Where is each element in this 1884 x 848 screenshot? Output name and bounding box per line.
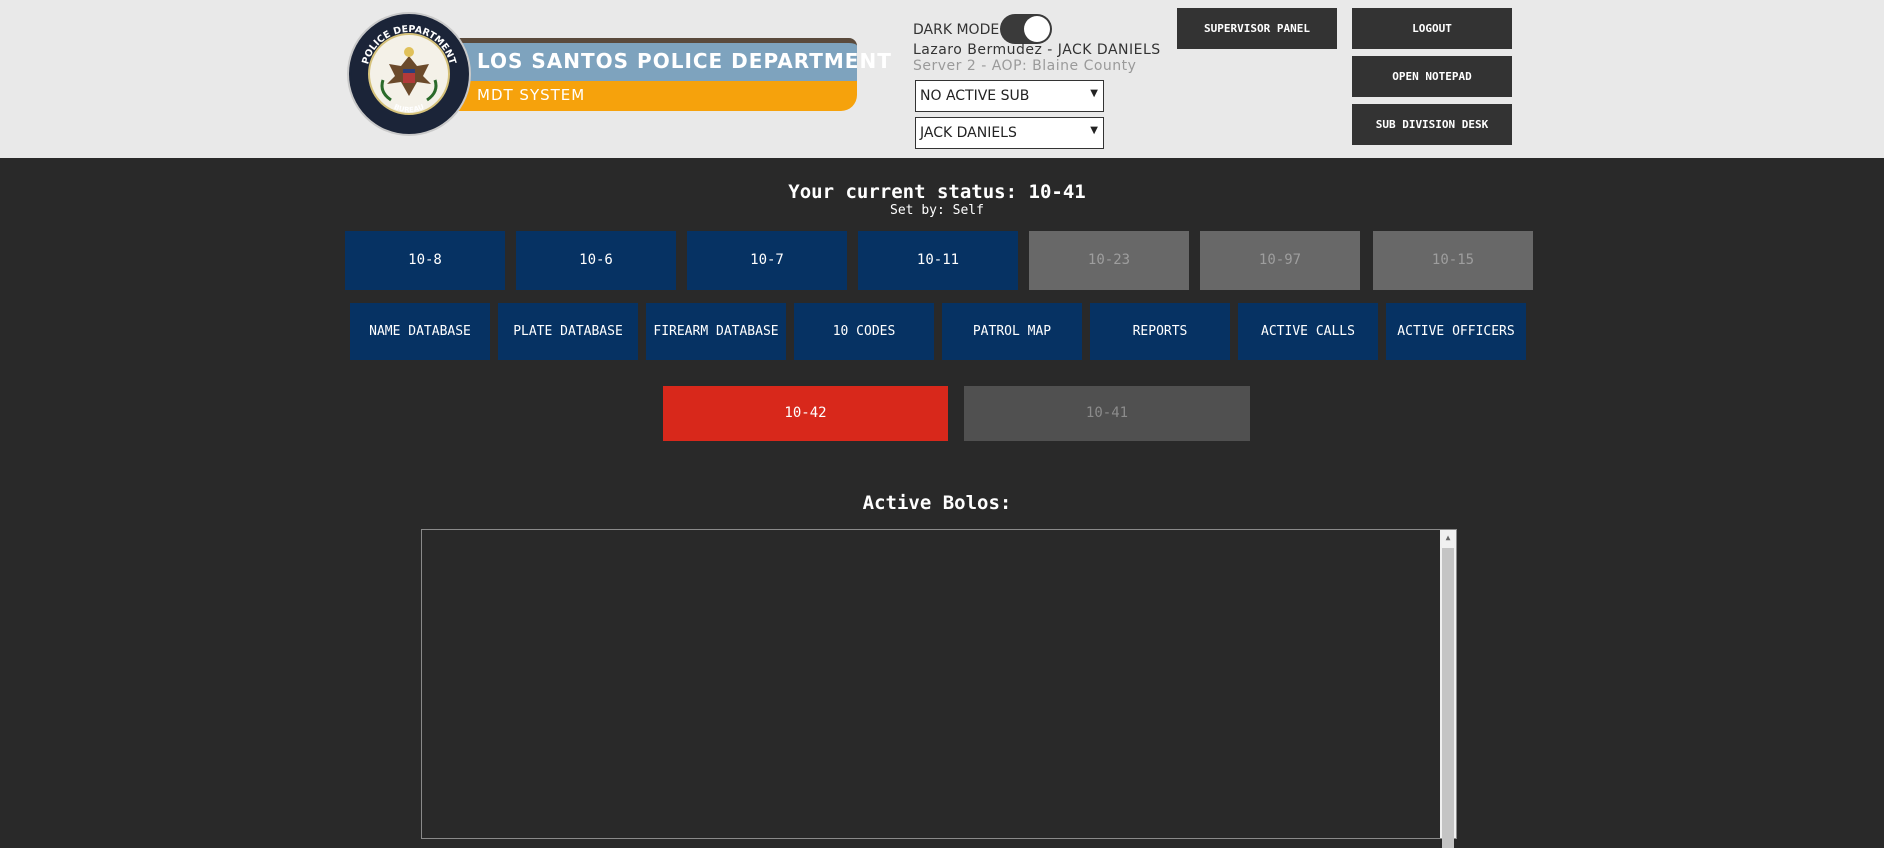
- bolos-scrollbar[interactable]: ▲: [1440, 530, 1456, 848]
- unit-value: JACK DANIELS: [920, 125, 1017, 141]
- header: POLICE DEPARTMENT BUREAU LOS SANTOS POLI…: [0, 0, 1884, 158]
- nav-10-codes[interactable]: 10 CODES: [794, 303, 934, 360]
- status-button-10-15[interactable]: 10-15: [1373, 231, 1533, 290]
- active-bolos-title: Active Bolos:: [862, 492, 1012, 514]
- status-button-10-11[interactable]: 10-11: [858, 231, 1018, 290]
- dropdown-arrow-icon: ▼: [1090, 125, 1098, 136]
- logout-button[interactable]: LOGOUT: [1352, 8, 1512, 49]
- go-off-duty-button[interactable]: 10-41: [964, 386, 1250, 441]
- scrollbar-thumb[interactable]: [1442, 548, 1454, 848]
- sub-division-value: NO ACTIVE SUB: [920, 88, 1030, 104]
- active-bolos-textarea[interactable]: ▲: [421, 529, 1457, 848]
- server-info: Server 2 - AOP: Blaine County: [913, 58, 1137, 74]
- status-button-10-7[interactable]: 10-7: [687, 231, 847, 290]
- logo-banner-subtitle: MDT SYSTEM: [445, 81, 857, 111]
- logo-title: LOS SANTOS POLICE DEPARTMENT: [477, 49, 892, 73]
- nav-firearm-database[interactable]: FIREARM DATABASE: [646, 303, 786, 360]
- nav-plate-database[interactable]: PLATE DATABASE: [498, 303, 638, 360]
- nav-reports[interactable]: REPORTS: [1090, 303, 1230, 360]
- dark-mode-label: DARK MODE: [913, 22, 1000, 38]
- status-button-10-8[interactable]: 10-8: [345, 231, 505, 290]
- toggle-knob: [1024, 16, 1050, 42]
- status-set-by: Set by: Self: [890, 203, 984, 218]
- user-info: Lazaro Bermudez - JACK DANIELS: [913, 42, 1161, 58]
- unit-select[interactable]: JACK DANIELS ▼: [915, 117, 1104, 149]
- status-button-10-6[interactable]: 10-6: [516, 231, 676, 290]
- lspd-logo: POLICE DEPARTMENT BUREAU LOS SANTOS POLI…: [349, 14, 891, 136]
- police-badge-icon: POLICE DEPARTMENT BUREAU: [349, 14, 469, 134]
- dropdown-arrow-icon: ▼: [1090, 88, 1098, 99]
- nav-name-database[interactable]: NAME DATABASE: [350, 303, 490, 360]
- scroll-up-arrow-icon[interactable]: ▲: [1440, 530, 1456, 546]
- go-on-duty-button[interactable]: 10-42: [663, 386, 948, 441]
- logo-subtitle: MDT SYSTEM: [477, 86, 586, 104]
- nav-active-officers[interactable]: ACTIVE OFFICERS: [1386, 303, 1526, 360]
- sub-division-desk-button[interactable]: SUB DIVISION DESK: [1352, 104, 1512, 145]
- status-button-10-23[interactable]: 10-23: [1029, 231, 1189, 290]
- nav-active-calls[interactable]: ACTIVE CALLS: [1238, 303, 1378, 360]
- status-button-10-97[interactable]: 10-97: [1200, 231, 1360, 290]
- sub-division-select[interactable]: NO ACTIVE SUB ▼: [915, 80, 1104, 112]
- nav-patrol-map[interactable]: PATROL MAP: [942, 303, 1082, 360]
- dark-mode-toggle[interactable]: [1000, 14, 1052, 44]
- open-notepad-button[interactable]: OPEN NOTEPAD: [1352, 56, 1512, 97]
- current-status-title: Your current status: 10-41: [788, 181, 1086, 203]
- logo-banner-title: LOS SANTOS POLICE DEPARTMENT: [445, 38, 891, 81]
- supervisor-panel-button[interactable]: SUPERVISOR PANEL: [1177, 8, 1337, 49]
